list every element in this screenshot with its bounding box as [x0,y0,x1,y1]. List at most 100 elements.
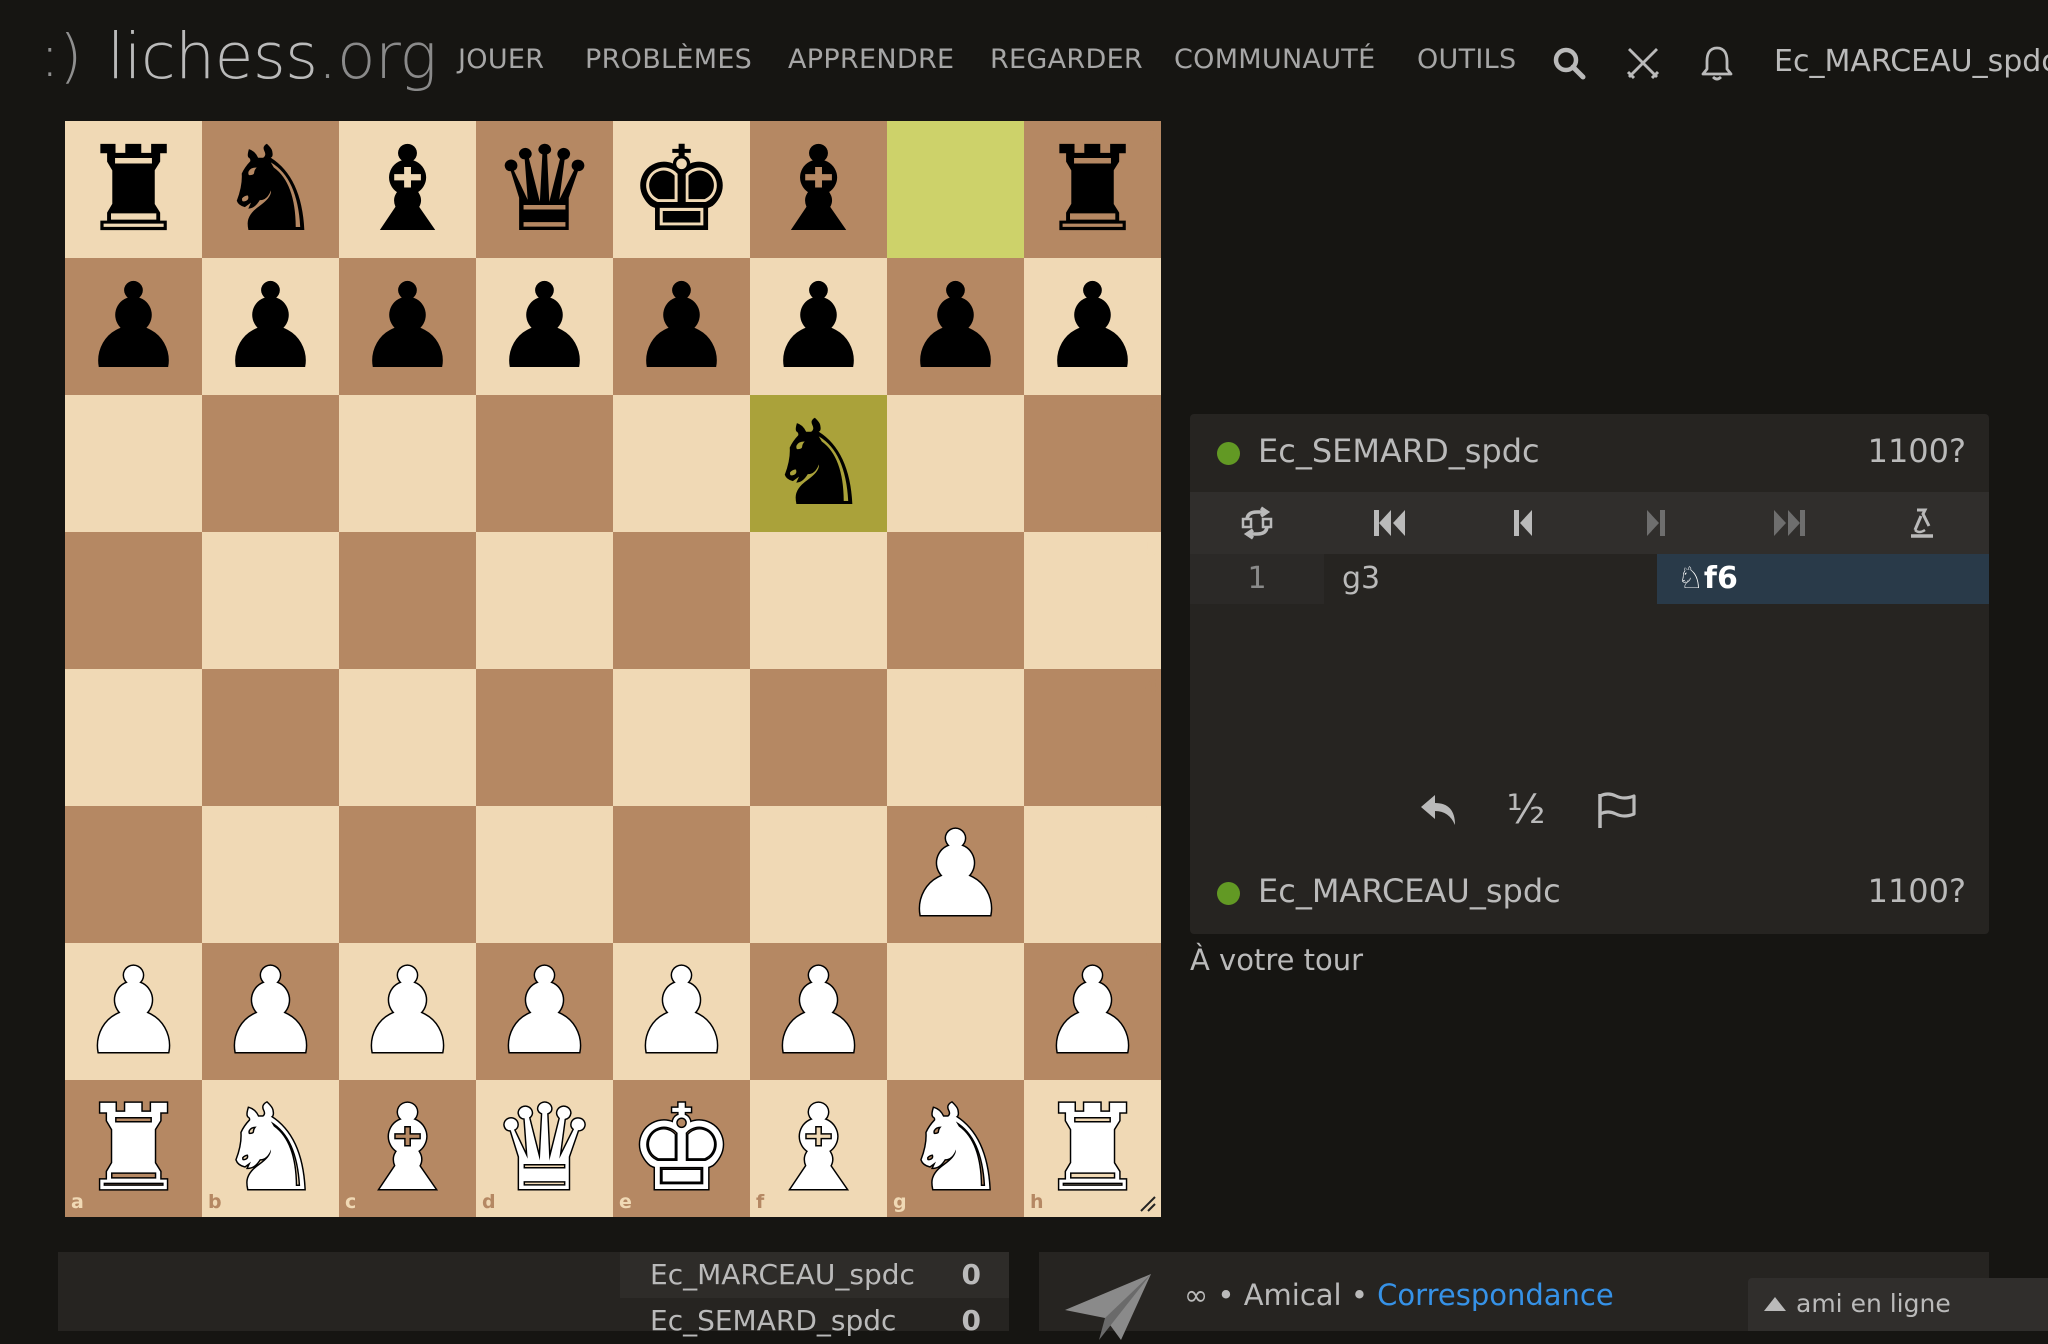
black-rook-h8[interactable]: ♜ [1024,121,1161,258]
square-a5[interactable] [65,532,202,669]
square-d6[interactable] [476,395,613,532]
flip-board-icon[interactable] [1190,492,1323,554]
crosstable-player[interactable]: Ec_MARCEAU_spdc [650,1258,915,1291]
white-pawn-d2[interactable]: ♟ [476,941,613,1081]
square-b4[interactable] [202,669,339,806]
next-move-icon[interactable] [1589,492,1722,554]
board-resize-handle[interactable] [1137,1193,1157,1213]
logo[interactable]: lichess.org [107,20,437,93]
white-pawn-g3[interactable]: ♟ [887,804,1024,944]
white-bishop-c1[interactable]: ♝ [339,1078,476,1218]
black-knight-f6[interactable]: ♞ [750,395,887,532]
move-black-selected[interactable]: ♘f6 [1657,554,1989,604]
analysis-icon[interactable] [1855,492,1988,554]
square-b6[interactable] [202,395,339,532]
move-navigation-bar [1190,492,1989,554]
square-c6[interactable] [339,395,476,532]
opponent-name[interactable]: Ec_SEMARD_spdc [1258,432,1540,470]
square-h3[interactable] [1024,806,1161,943]
square-b3[interactable] [202,806,339,943]
square-g4[interactable] [887,669,1024,806]
player-name[interactable]: Ec_MARCEAU_spdc [1258,872,1561,910]
square-h6[interactable] [1024,395,1161,532]
square-h5[interactable] [1024,532,1161,669]
white-bishop-f1[interactable]: ♝ [750,1078,887,1218]
black-pawn-g7[interactable]: ♟ [887,258,1024,395]
black-pawn-e7[interactable]: ♟ [613,258,750,395]
first-move-icon[interactable] [1323,492,1456,554]
white-rook-a1[interactable]: ♜ [65,1078,202,1218]
black-king-e8[interactable]: ♚ [613,121,750,258]
black-pawn-h7[interactable]: ♟ [1024,258,1161,395]
black-pawn-a7[interactable]: ♟ [65,258,202,395]
square-e4[interactable] [613,669,750,806]
white-pawn-h2[interactable]: ♟ [1024,941,1161,1081]
square-g6[interactable] [887,395,1024,532]
bell-icon[interactable] [1697,43,1737,83]
white-queen-d1[interactable]: ♛ [476,1078,613,1218]
black-bishop-c8[interactable]: ♝ [339,121,476,258]
crosstable-row: Ec_SEMARD_spdc 0 [620,1298,1009,1344]
crosstable: Ec_MARCEAU_spdc 0 Ec_SEMARD_spdc 0 [58,1252,1009,1337]
black-knight-b8[interactable]: ♞ [202,121,339,258]
crosstable-player[interactable]: Ec_SEMARD_spdc [650,1304,896,1337]
square-g2[interactable] [887,943,1024,1080]
square-a3[interactable] [65,806,202,943]
black-rook-a8[interactable]: ♜ [65,121,202,258]
last-move-icon[interactable] [1722,492,1855,554]
swords-icon[interactable] [1623,43,1663,83]
chess-board[interactable]: 8 7 6 5 4 3 2 1 a b c d e f g h ♜ ♞ ♝ ♛ ♚ ♝ ♜ ♟ ♟ ♟ ♟ ♟ ♟ ♟ ♟ ♞ ♟ ♟ ♟ ♟ ♟ ♟ ♟ ♟… [65,121,1161,1218]
square-f4[interactable] [750,669,887,806]
friends-online-button[interactable]: ami en ligne [1748,1278,2048,1331]
search-icon[interactable] [1549,43,1589,83]
takeback-icon[interactable] [1409,780,1469,840]
white-pawn-c2[interactable]: ♟ [339,941,476,1081]
square-d3[interactable] [476,806,613,943]
user-menu[interactable]: Ec_MARCEAU_spdc [1774,44,2048,79]
nav-regarder[interactable]: REGARDER [990,44,1143,75]
white-pawn-a2[interactable]: ♟ [65,941,202,1081]
square-a4[interactable] [65,669,202,806]
square-c5[interactable] [339,532,476,669]
square-c3[interactable] [339,806,476,943]
square-g8[interactable] [887,121,1024,258]
caret-up-icon [1762,1294,1788,1318]
prev-move-icon[interactable] [1456,492,1589,554]
white-knight-g1[interactable]: ♞ [887,1078,1024,1218]
white-pawn-b2[interactable]: ♟ [202,941,339,1081]
flag-icon[interactable] [1586,780,1646,840]
square-d4[interactable] [476,669,613,806]
black-pawn-c7[interactable]: ♟ [339,258,476,395]
black-pawn-d7[interactable]: ♟ [476,258,613,395]
square-e6[interactable] [613,395,750,532]
square-e5[interactable] [613,532,750,669]
logo-name: lichess [107,20,318,93]
square-f5[interactable] [750,532,887,669]
logo-smile[interactable]: :) [40,22,82,90]
square-g5[interactable] [887,532,1024,669]
offer-draw-button[interactable]: ½ [1496,780,1556,840]
variant-link[interactable]: Correspondance [1377,1278,1614,1312]
square-c4[interactable] [339,669,476,806]
white-pawn-e2[interactable]: ♟ [613,941,750,1081]
black-pawn-b7[interactable]: ♟ [202,258,339,395]
square-f3[interactable] [750,806,887,943]
nav-jouer[interactable]: JOUER [458,44,544,75]
nav-problemes[interactable]: PROBLÈMES [585,44,752,75]
opponent-rating: 1100? [1867,432,1966,470]
black-queen-d8[interactable]: ♛ [476,121,613,258]
nav-communaute[interactable]: COMMUNAUTÉ [1174,44,1375,75]
square-h4[interactable] [1024,669,1161,806]
nav-outils[interactable]: OUTILS [1417,44,1516,75]
square-b5[interactable] [202,532,339,669]
white-pawn-f2[interactable]: ♟ [750,941,887,1081]
nav-apprendre[interactable]: APPRENDRE [788,44,954,75]
white-knight-b1[interactable]: ♞ [202,1078,339,1218]
black-bishop-f8[interactable]: ♝ [750,121,887,258]
white-king-e1[interactable]: ♚ [613,1078,750,1218]
square-d5[interactable] [476,532,613,669]
move-white[interactable]: g3 [1324,554,1654,604]
square-e3[interactable] [613,806,750,943]
black-pawn-f7[interactable]: ♟ [750,258,887,395]
square-a6[interactable] [65,395,202,532]
